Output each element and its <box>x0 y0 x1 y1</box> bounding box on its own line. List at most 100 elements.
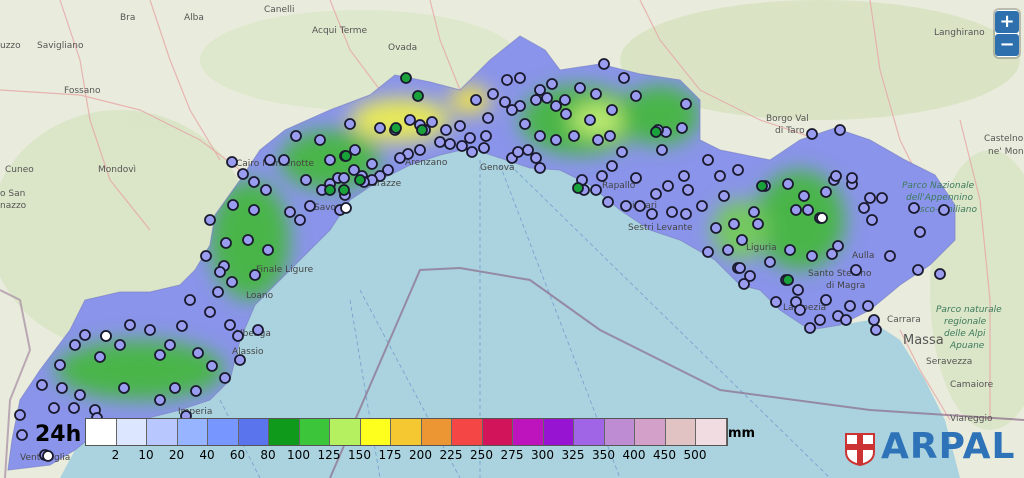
rain-gauge-marker[interactable] <box>404 114 416 126</box>
rain-gauge-marker[interactable] <box>227 199 239 211</box>
rain-gauge-marker[interactable] <box>16 429 28 441</box>
rain-gauge-marker[interactable] <box>444 138 456 150</box>
rain-gauge-marker[interactable] <box>69 339 81 351</box>
rain-gauge-marker[interactable] <box>908 202 920 214</box>
rain-gauge-marker[interactable] <box>118 382 130 394</box>
rain-gauge-marker[interactable] <box>144 324 156 336</box>
rain-gauge-marker[interactable] <box>434 136 446 148</box>
rain-gauge-marker[interactable] <box>804 322 816 334</box>
rain-gauge-marker[interactable] <box>501 74 513 86</box>
rain-gauge-marker[interactable] <box>234 354 246 366</box>
rain-gauge-marker[interactable] <box>840 314 852 326</box>
rain-gauge-marker[interactable] <box>814 314 826 326</box>
rain-gauge-marker[interactable] <box>782 178 794 190</box>
rain-gauge-marker[interactable] <box>204 306 216 318</box>
rain-gauge-marker[interactable] <box>42 450 54 462</box>
rain-gauge-marker[interactable] <box>220 237 232 249</box>
rain-gauge-marker[interactable] <box>794 304 806 316</box>
rain-gauge-marker[interactable] <box>802 204 814 216</box>
rain-gauge-marker[interactable] <box>466 146 478 158</box>
rain-gauge-marker[interactable] <box>568 130 580 142</box>
rain-gauge-marker[interactable] <box>590 88 602 100</box>
rain-gauge-marker[interactable] <box>482 112 494 124</box>
rain-gauge-marker[interactable] <box>798 190 810 202</box>
rain-gauge-marker[interactable] <box>348 164 360 176</box>
rain-gauge-marker[interactable] <box>519 118 531 130</box>
rain-gauge-marker[interactable] <box>744 270 756 282</box>
rain-gauge-marker[interactable] <box>876 192 888 204</box>
rain-gauge-marker[interactable] <box>224 319 236 331</box>
rain-gauge-marker[interactable] <box>864 192 876 204</box>
rain-gauge-marker[interactable] <box>756 180 768 192</box>
rain-gauge-marker[interactable] <box>748 206 760 218</box>
rain-gauge-marker[interactable] <box>214 266 226 278</box>
rain-gauge-marker[interactable] <box>678 170 690 182</box>
rain-gauge-marker[interactable] <box>764 256 776 268</box>
zoom-in-button[interactable]: + <box>995 11 1019 33</box>
rain-gauge-marker[interactable] <box>366 158 378 170</box>
rain-gauge-marker[interactable] <box>530 94 542 106</box>
rain-gauge-marker[interactable] <box>834 124 846 136</box>
rain-gauge-marker[interactable] <box>338 184 350 196</box>
rain-gauge-marker[interactable] <box>676 122 688 134</box>
rain-gauge-marker[interactable] <box>862 300 874 312</box>
rain-gauge-marker[interactable] <box>284 206 296 218</box>
rain-gauge-marker[interactable] <box>634 200 646 212</box>
rain-gauge-marker[interactable] <box>206 360 218 372</box>
rain-gauge-marker[interactable] <box>596 170 608 182</box>
rain-gauge-marker[interactable] <box>806 250 818 262</box>
rain-gauge-marker[interactable] <box>806 128 818 140</box>
rain-gauge-marker[interactable] <box>602 196 614 208</box>
rain-gauge-marker[interactable] <box>219 372 231 384</box>
rain-gauge-marker[interactable] <box>300 174 312 186</box>
rain-gauge-marker[interactable] <box>680 208 692 220</box>
rain-gauge-marker[interactable] <box>480 130 492 142</box>
rain-gauge-marker[interactable] <box>94 351 106 363</box>
rain-gauge-marker[interactable] <box>237 168 249 180</box>
rain-gauge-marker[interactable] <box>344 118 356 130</box>
rain-gauge-marker[interactable] <box>426 116 438 128</box>
rainfall-map[interactable]: Bra Canelli Acqui Terme Ovada Alba Savig… <box>0 0 1024 478</box>
rain-gauge-marker[interactable] <box>400 72 412 84</box>
rain-gauge-marker[interactable] <box>650 126 662 138</box>
rain-gauge-marker[interactable] <box>248 204 260 216</box>
rain-gauge-marker[interactable] <box>68 402 80 414</box>
rain-gauge-marker[interactable] <box>48 402 60 414</box>
rain-gauge-marker[interactable] <box>820 186 832 198</box>
rain-gauge-marker[interactable] <box>248 176 260 188</box>
rain-gauge-marker[interactable] <box>630 90 642 102</box>
rain-gauge-marker[interactable] <box>870 324 882 336</box>
rain-gauge-marker[interactable] <box>340 202 352 214</box>
rain-gauge-marker[interactable] <box>200 250 212 262</box>
rain-gauge-marker[interactable] <box>204 214 216 226</box>
rain-gauge-marker[interactable] <box>792 284 804 296</box>
rain-gauge-marker[interactable] <box>374 122 386 134</box>
rain-gauge-marker[interactable] <box>164 339 176 351</box>
rain-gauge-marker[interactable] <box>454 120 466 132</box>
rain-gauge-marker[interactable] <box>630 172 642 184</box>
rain-gauge-marker[interactable] <box>294 214 306 226</box>
rain-gauge-marker[interactable] <box>290 130 302 142</box>
rain-gauge-marker[interactable] <box>226 276 238 288</box>
rain-gauge-marker[interactable] <box>714 170 726 182</box>
rain-gauge-marker[interactable] <box>606 160 618 172</box>
rain-gauge-marker[interactable] <box>226 156 238 168</box>
rain-gauge-marker[interactable] <box>394 152 406 164</box>
rain-gauge-marker[interactable] <box>232 330 244 342</box>
rain-gauge-marker[interactable] <box>598 58 610 70</box>
rain-gauge-marker[interactable] <box>752 218 764 230</box>
rain-gauge-marker[interactable] <box>534 130 546 142</box>
rain-gauge-marker[interactable] <box>884 250 896 262</box>
rain-gauge-marker[interactable] <box>722 244 734 256</box>
rain-gauge-marker[interactable] <box>858 202 870 214</box>
rain-gauge-marker[interactable] <box>646 208 658 220</box>
rain-gauge-marker[interactable] <box>728 218 740 230</box>
rain-gauge-marker[interactable] <box>616 146 628 158</box>
rain-gauge-marker[interactable] <box>844 300 856 312</box>
rain-gauge-marker[interactable] <box>249 269 261 281</box>
rain-gauge-marker[interactable] <box>732 164 744 176</box>
rain-gauge-marker[interactable] <box>662 180 674 192</box>
rain-gauge-marker[interactable] <box>440 124 452 136</box>
rain-gauge-marker[interactable] <box>74 389 86 401</box>
rain-gauge-marker[interactable] <box>734 262 746 274</box>
